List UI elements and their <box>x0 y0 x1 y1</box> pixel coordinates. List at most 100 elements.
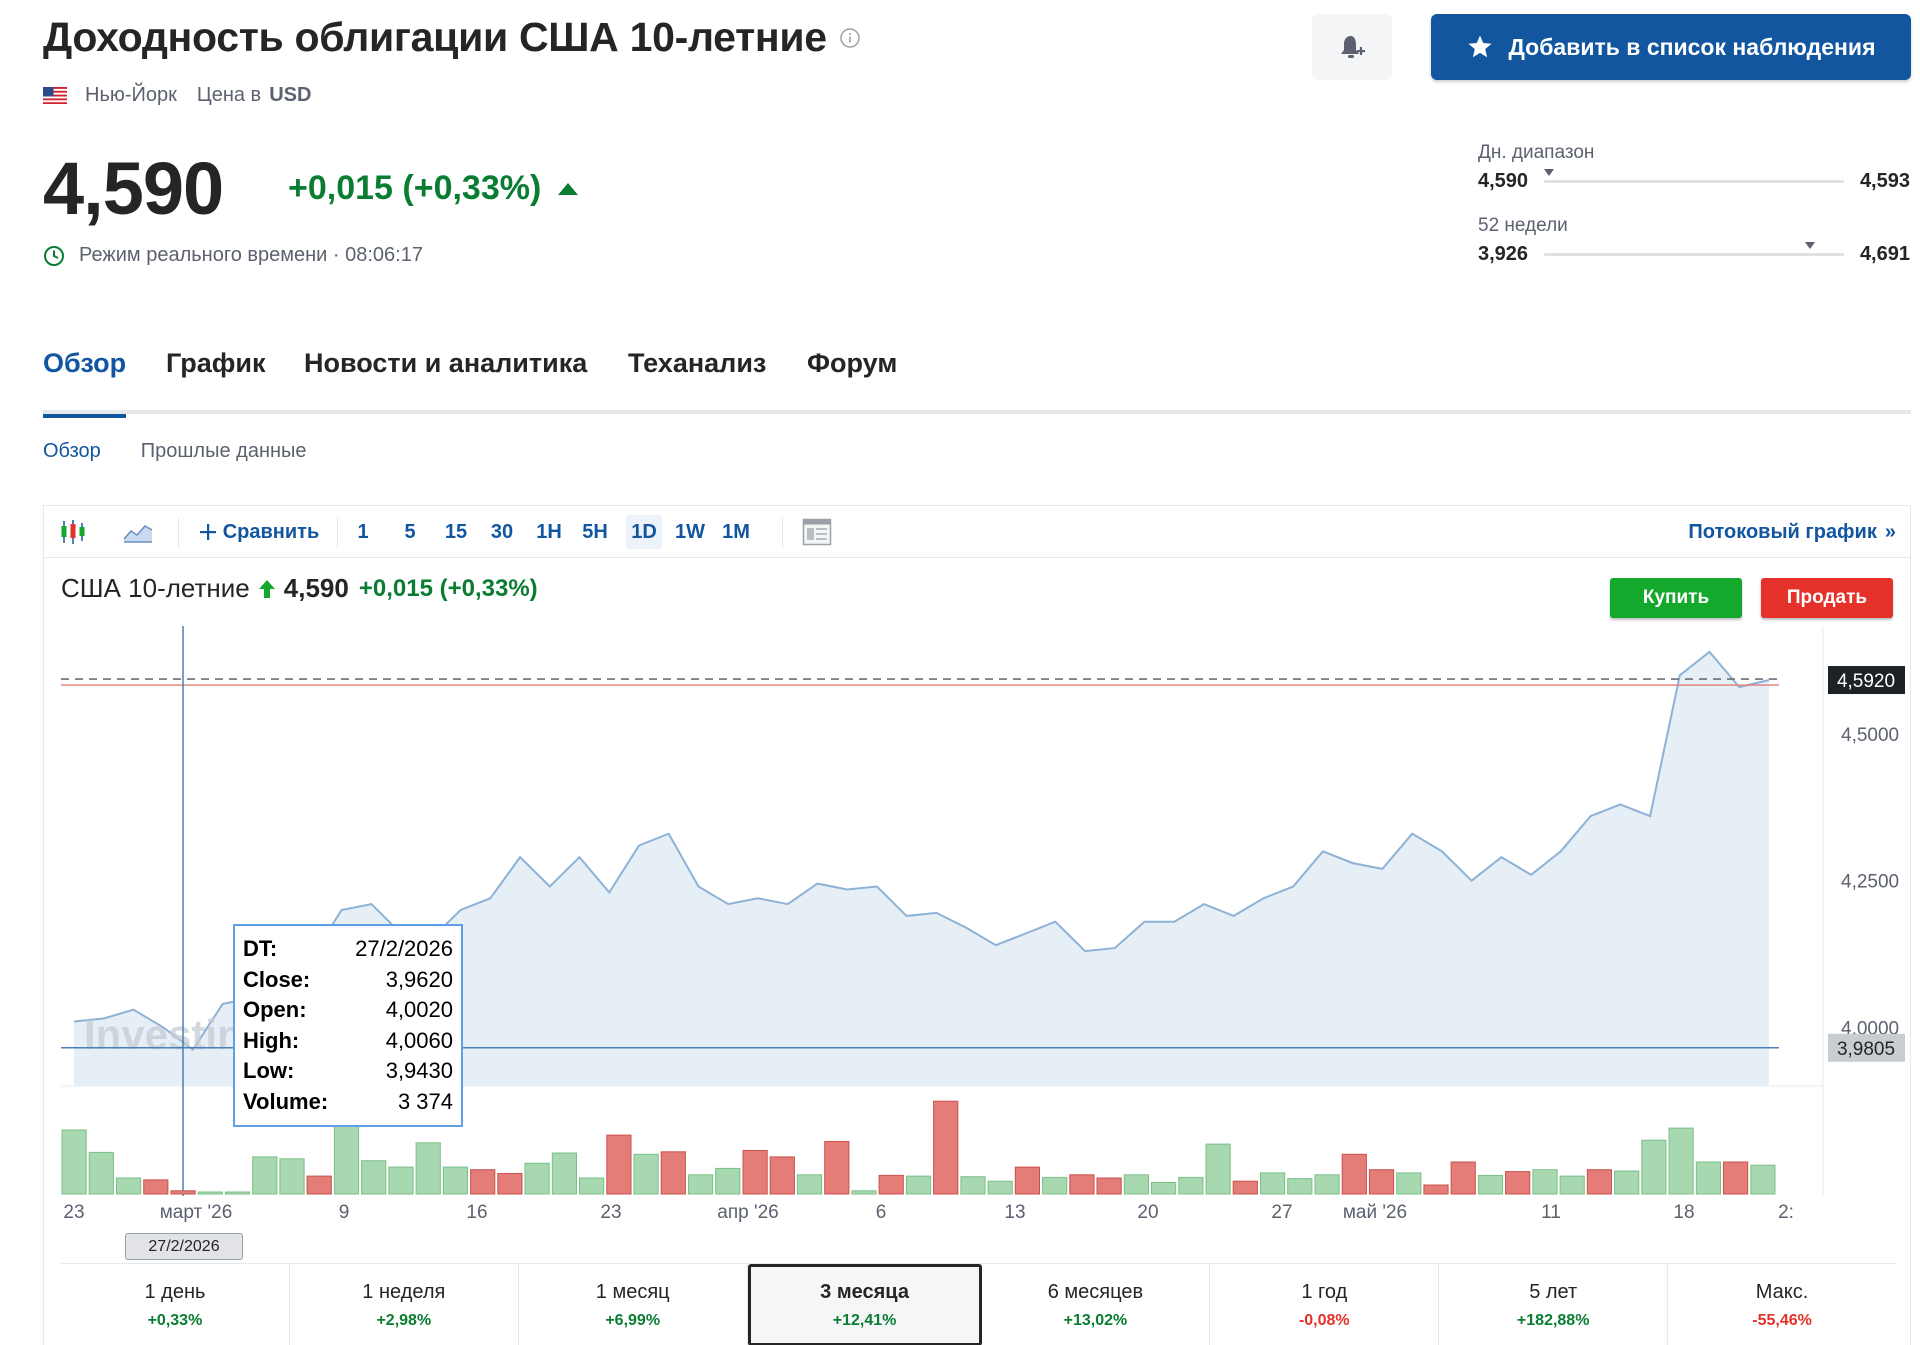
volume-bar <box>1641 1139 1667 1195</box>
tab-news[interactable]: Новости и аналитика <box>304 348 587 414</box>
tooltip-key: Volume: <box>243 1088 329 1114</box>
last-price-badge-label: 4,5920 <box>1837 671 1895 692</box>
add-to-watchlist-button[interactable]: Добавить в список наблюдения <box>1431 14 1911 80</box>
period-change: -55,46% <box>1752 1311 1812 1329</box>
volume-bar <box>1750 1164 1776 1195</box>
add-alert-button[interactable] <box>1312 14 1392 80</box>
subtab-overview[interactable]: Обзор <box>43 440 101 463</box>
period-button[interactable]: 1 год -0,08% <box>1210 1264 1440 1345</box>
volume-bar <box>388 1166 414 1195</box>
tooltip-value: 3,9430 <box>385 1058 453 1083</box>
x-axis-label: март '26 <box>160 1202 233 1223</box>
volume-bar <box>1532 1169 1558 1195</box>
year-range-bar <box>1544 242 1844 256</box>
volume-bar <box>1014 1166 1040 1195</box>
volume-bar <box>252 1156 278 1195</box>
volume-bar <box>1668 1127 1694 1195</box>
exchange-info: Нью-Йорк Цена в USD <box>43 84 311 107</box>
chart-card: Сравнить 1 5 15 30 1H 5H 1D 1W 1M Потоко… <box>43 505 1911 1345</box>
day-range-marker <box>1544 169 1555 176</box>
period-button[interactable]: 1 месяц +6,99% <box>519 1264 748 1345</box>
period-change: +13,02% <box>1063 1311 1128 1329</box>
period-selector: 1 день +0,33% 1 неделя +2,98% 1 месяц +6,99% 3… <box>61 1263 1896 1345</box>
period-button[interactable]: 1 день +0,33% <box>61 1264 290 1345</box>
volume-bar <box>1723 1161 1749 1195</box>
last-price: 4,590 <box>43 147 224 230</box>
volume-bar <box>333 1119 360 1195</box>
price-change: +0,015 (+0,33%) <box>288 169 579 208</box>
subtab-historical-data[interactable]: Прошлые данные <box>141 440 307 463</box>
tooltip-row: DT: 27/2/2026 <box>243 936 453 967</box>
volume-bar <box>1151 1182 1177 1195</box>
volume-bar <box>633 1153 659 1195</box>
x-axis-label: 23 <box>63 1202 84 1223</box>
watermark-logo: Investin <box>84 1011 243 1058</box>
period-button[interactable]: 6 месяцев +13,02% <box>982 1264 1211 1345</box>
period-button[interactable]: 5 лет +182,88% <box>1439 1264 1669 1345</box>
volume-bar <box>824 1141 850 1195</box>
x-axis-label: 6 <box>876 1202 887 1223</box>
x-axis-label: апр '26 <box>717 1202 778 1223</box>
x-axis-label: 16 <box>466 1202 487 1223</box>
period-change: -0,08% <box>1298 1311 1350 1329</box>
currency: USD <box>269 84 312 106</box>
tooltip-value: 3 374 <box>397 1088 453 1114</box>
tooltip-key: High: <box>243 1027 300 1053</box>
crosshair-date-badge: 27/2/2026 <box>125 1233 243 1260</box>
volume-bar <box>470 1169 496 1195</box>
info-icon[interactable] <box>839 27 861 49</box>
crosshair-price-badge-label: 3,9805 <box>1837 1039 1895 1060</box>
volume-bar <box>660 1151 686 1195</box>
day-range-high: 4,593 <box>1859 170 1910 192</box>
period-button[interactable]: 1 неделя +2,98% <box>290 1264 519 1345</box>
volume-bar <box>224 1191 251 1195</box>
tab-overview[interactable]: Обзор <box>43 348 127 418</box>
up-triangle-icon <box>558 182 579 195</box>
clock-icon <box>44 245 64 266</box>
tooltip-key: Open: <box>243 997 307 1022</box>
x-axis-label: 13 <box>1004 1202 1025 1223</box>
volume-bar <box>742 1150 768 1195</box>
day-range: Дн. диапазон 4,590 4,593 <box>1478 142 1910 193</box>
tab-technical[interactable]: Теханализ <box>628 348 766 414</box>
period-label: 1 месяц <box>595 1280 670 1303</box>
volume-bar <box>551 1152 577 1195</box>
x-axis-label: 27 <box>1271 1202 1292 1223</box>
tooltip-key: Low: <box>243 1058 295 1083</box>
x-axis-label: май '26 <box>1343 1202 1407 1223</box>
period-change: +12,41% <box>832 1311 897 1329</box>
volume-bar <box>415 1142 441 1195</box>
volume-bar <box>116 1177 142 1195</box>
period-label: 5 лет <box>1529 1280 1578 1303</box>
period-label: Макс. <box>1755 1280 1809 1303</box>
volume-bar <box>143 1179 169 1195</box>
x-axis-label: 11 <box>1541 1202 1561 1223</box>
volume-bar <box>197 1191 223 1195</box>
period-label: 1 год <box>1301 1280 1348 1303</box>
period-button[interactable]: Макс. -55,46% <box>1668 1264 1896 1345</box>
volume-bar <box>960 1176 986 1195</box>
period-button[interactable]: 3 месяца +12,41% <box>747 1264 982 1345</box>
period-label: 1 день <box>144 1280 206 1303</box>
tooltip-value: 3,9620 <box>385 966 453 992</box>
exchange-location: Нью-Йорк <box>85 84 177 106</box>
volume-bar <box>905 1175 932 1195</box>
tab-chart[interactable]: График <box>166 348 266 414</box>
star-icon <box>1468 35 1491 58</box>
bell-plus-icon <box>1341 36 1365 58</box>
y-axis-label: 4,2500 <box>1841 872 1899 893</box>
price-chart[interactable]: Investin4,50004,25004,00004,59203,980523… <box>44 506 1910 1266</box>
volume-bar <box>1614 1170 1640 1195</box>
period-change: +0,33% <box>147 1311 203 1329</box>
volume-bar <box>1287 1178 1313 1195</box>
title-row: Доходность облигации США 10-летние <box>43 14 861 61</box>
us-flag-icon <box>43 87 67 104</box>
tab-forum[interactable]: Форум <box>807 348 897 414</box>
volume-bar <box>851 1190 877 1195</box>
x-axis-label: 2: <box>1778 1202 1794 1223</box>
main-tabs: Обзор График Новости и аналитика Теханал… <box>43 348 1911 418</box>
volume-bar <box>279 1158 305 1195</box>
volume-bar <box>1559 1175 1585 1195</box>
page-title: Доходность облигации США 10-летние <box>43 14 827 60</box>
volume-bar <box>1314 1174 1340 1195</box>
